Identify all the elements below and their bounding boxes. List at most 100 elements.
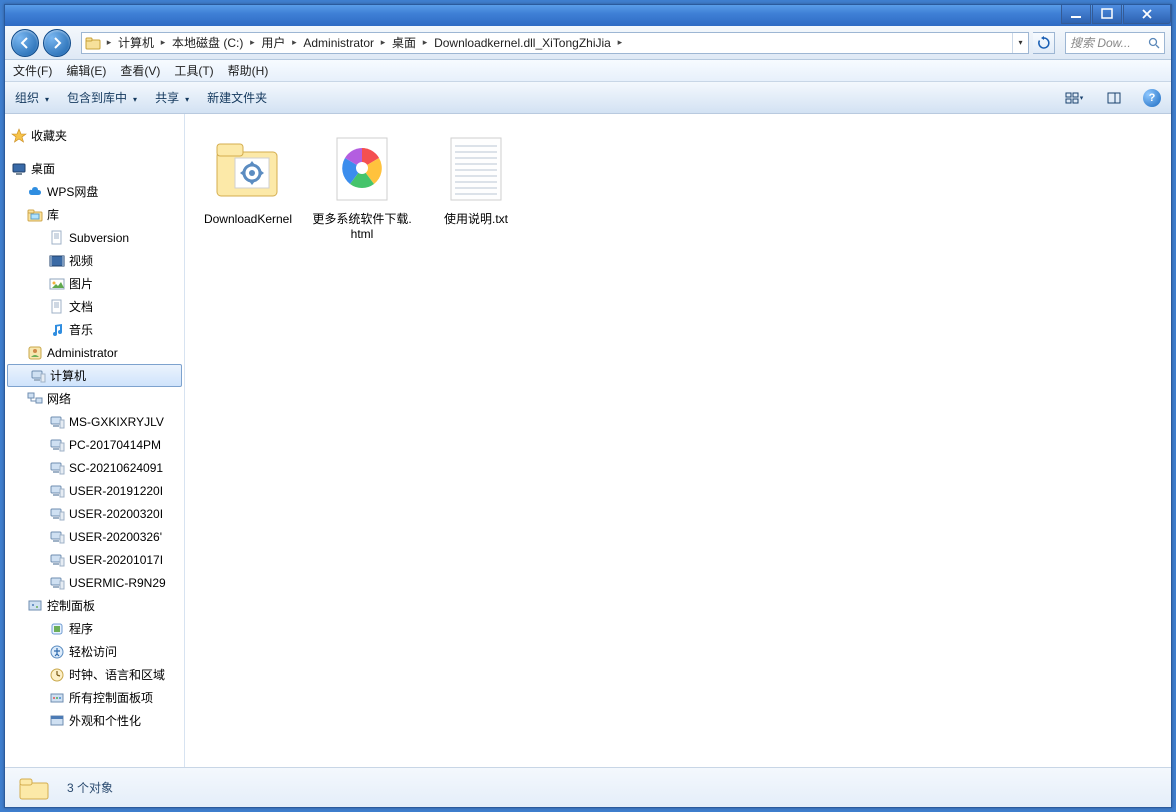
crumb-current[interactable]: Downloadkernel.dll_XiTongZhiJia [430, 33, 615, 53]
tree-item-network[interactable]: 网络 [5, 387, 184, 410]
tree-item-appear[interactable]: 外观和个性化 [5, 709, 184, 732]
menu-help[interactable]: 帮助(H) [228, 62, 269, 79]
tree-item-docs[interactable]: 文档 [5, 295, 184, 318]
crumb-desktop[interactable]: 桌面 [388, 33, 420, 53]
share-button[interactable]: 共享 [155, 89, 189, 106]
crumb-computer[interactable]: 计算机 [114, 33, 158, 53]
tree-item-n6[interactable]: USER-20200326' [5, 525, 184, 548]
explorer-window: 计算机 本地磁盘 (C:) 用户 Administrator 桌面 Downlo… [4, 4, 1172, 808]
tree-item-svn[interactable]: Subversion [5, 226, 184, 249]
tree-item-video[interactable]: 视频 [5, 249, 184, 272]
file-name: 更多系统软件下载.html [311, 212, 413, 242]
new-folder-button[interactable]: 新建文件夹 [207, 89, 267, 106]
tree-item-label: USER-20191220I [69, 484, 163, 498]
forward-button[interactable] [43, 29, 71, 57]
file-item-f1[interactable]: DownloadKernel [193, 126, 303, 231]
tree-item-label: 轻松访问 [69, 643, 117, 660]
crumb-users[interactable]: 用户 [257, 33, 289, 53]
tree-item-label: 控制面板 [47, 597, 95, 614]
menu-view[interactable]: 查看(V) [120, 62, 160, 79]
tree-item-admin[interactable]: Administrator [5, 341, 184, 364]
tree-item-n5[interactable]: USER-20200320I [5, 502, 184, 525]
tree-item-label: SC-20210624091 [69, 461, 163, 475]
chevron-right-icon[interactable] [104, 37, 114, 48]
include-in-library-button[interactable]: 包含到库中 [67, 89, 137, 106]
tree-item-label: 文档 [69, 298, 93, 315]
chevron-down-icon [131, 91, 137, 105]
tree-item-ease[interactable]: 轻松访问 [5, 640, 184, 663]
chevron-right-icon[interactable] [615, 37, 625, 48]
tree-item-pic[interactable]: 图片 [5, 272, 184, 295]
preview-pane-button[interactable] [1103, 87, 1125, 109]
pc-icon [49, 437, 65, 453]
tree-item-allcp[interactable]: 所有控制面板项 [5, 686, 184, 709]
search-input[interactable]: 搜索 Dow... [1065, 32, 1165, 54]
tree-item-lib[interactable]: 库 [5, 203, 184, 226]
tree-item-cp[interactable]: 控制面板 [5, 594, 184, 617]
refresh-button[interactable] [1033, 32, 1055, 54]
chevron-right-icon[interactable] [420, 37, 430, 48]
tree-item-n7[interactable]: USER-20201017I [5, 548, 184, 571]
chevron-right-icon[interactable] [247, 37, 257, 48]
tree-desktop[interactable]: 桌面 [5, 157, 184, 180]
tree-item-label: 视频 [69, 252, 93, 269]
minimize-button[interactable] [1061, 5, 1091, 24]
address-dropdown[interactable]: ▾ [1012, 33, 1028, 53]
tree-item-n2[interactable]: PC-20170414PM [5, 433, 184, 456]
menu-tools[interactable]: 工具(T) [174, 62, 213, 79]
file-item-f3[interactable]: 使用说明.txt [421, 126, 531, 231]
user-icon [27, 345, 43, 361]
pc-icon [49, 483, 65, 499]
pc-icon [49, 575, 65, 591]
change-view-button[interactable]: ▾ [1063, 87, 1085, 109]
tree-item-prog[interactable]: 程序 [5, 617, 184, 640]
tree-item-label: USER-20200326' [69, 530, 162, 544]
chevron-right-icon[interactable] [289, 37, 299, 48]
folder-icon [209, 130, 287, 208]
maximize-button[interactable] [1092, 5, 1122, 24]
tree-item-label: USERMIC-R9N29 [69, 576, 166, 590]
chevron-down-icon: ▾ [1080, 94, 1084, 102]
menu-edit[interactable]: 编辑(E) [66, 62, 106, 79]
tree-item-n3[interactable]: SC-20210624091 [5, 456, 184, 479]
tree-item-label: 所有控制面板项 [69, 689, 153, 706]
main-area: 收藏夹 桌面 WPS网盘库 Subversion 视频图片文档音乐 Administr… [5, 114, 1171, 767]
navigation-pane[interactable]: 收藏夹 桌面 WPS网盘库 Subversion 视频图片文档音乐 Administr… [5, 114, 185, 767]
tree-item-music[interactable]: 音乐 [5, 318, 184, 341]
crumb-drive[interactable]: 本地磁盘 (C:) [168, 33, 247, 53]
menu-file[interactable]: 文件(F) [13, 62, 52, 79]
chevron-right-icon[interactable] [378, 37, 388, 48]
folder-icon [84, 34, 102, 52]
file-name: 使用说明.txt [444, 212, 508, 227]
tree-item-wps[interactable]: WPS网盘 [5, 180, 184, 203]
tree-item-clock[interactable]: 时钟、语言和区域 [5, 663, 184, 686]
clock-icon [49, 667, 65, 683]
chevron-down-icon [183, 91, 189, 105]
tree-item-label: Administrator [47, 346, 118, 360]
pic-icon [49, 276, 65, 292]
tree-item-n8[interactable]: USERMIC-R9N29 [5, 571, 184, 594]
tree-item-label: WPS网盘 [47, 183, 98, 200]
close-button[interactable] [1123, 5, 1171, 24]
address-bar[interactable]: 计算机 本地磁盘 (C:) 用户 Administrator 桌面 Downlo… [81, 32, 1029, 54]
help-button[interactable]: ? [1143, 89, 1161, 107]
file-list[interactable]: DownloadKernel 更多系统软件下载.html 使用说明.txt [185, 114, 1171, 767]
tree-item-n1[interactable]: MS-GXKIXRYJLV [5, 410, 184, 433]
chevron-right-icon[interactable] [158, 37, 168, 48]
organize-button[interactable]: 组织 [15, 89, 49, 106]
html-icon [323, 130, 401, 208]
tree-item-n4[interactable]: USER-20191220I [5, 479, 184, 502]
tree-item-label: MS-GXKIXRYJLV [69, 415, 164, 429]
command-bar: 组织 包含到库中 共享 新建文件夹 ▾ ? [5, 82, 1171, 114]
music-icon [49, 322, 65, 338]
tree-item-label: 库 [47, 206, 59, 223]
file-item-f2[interactable]: 更多系统软件下载.html [307, 126, 417, 246]
back-button[interactable] [11, 29, 39, 57]
folder-icon [27, 207, 43, 223]
crumb-admin[interactable]: Administrator [299, 33, 378, 53]
doc-icon [49, 230, 65, 246]
allcp-icon [49, 690, 65, 706]
tree-favorites[interactable]: 收藏夹 [5, 124, 184, 147]
tree-item-computer[interactable]: 计算机 [7, 364, 182, 387]
tree: 收藏夹 桌面 WPS网盘库 Subversion 视频图片文档音乐 Administr… [5, 124, 184, 732]
